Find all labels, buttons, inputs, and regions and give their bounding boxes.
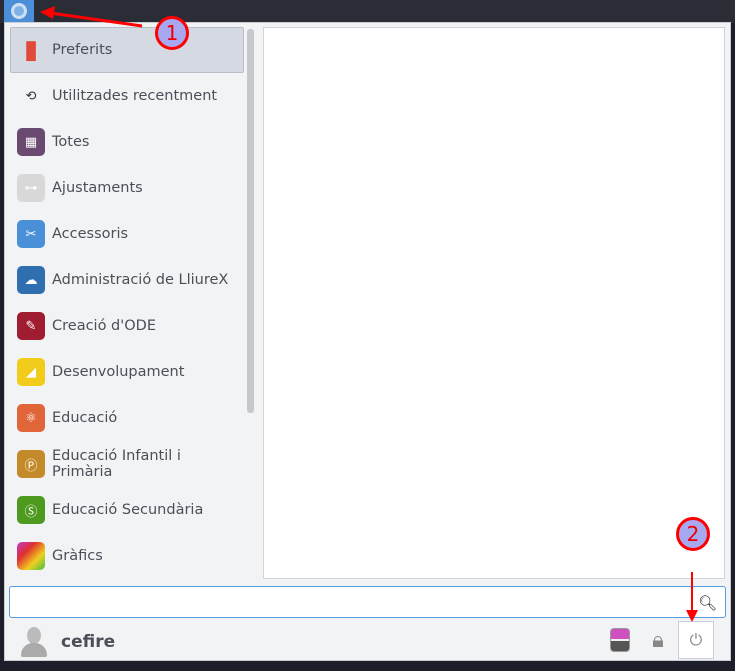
annotation-arrows (40, 6, 698, 622)
